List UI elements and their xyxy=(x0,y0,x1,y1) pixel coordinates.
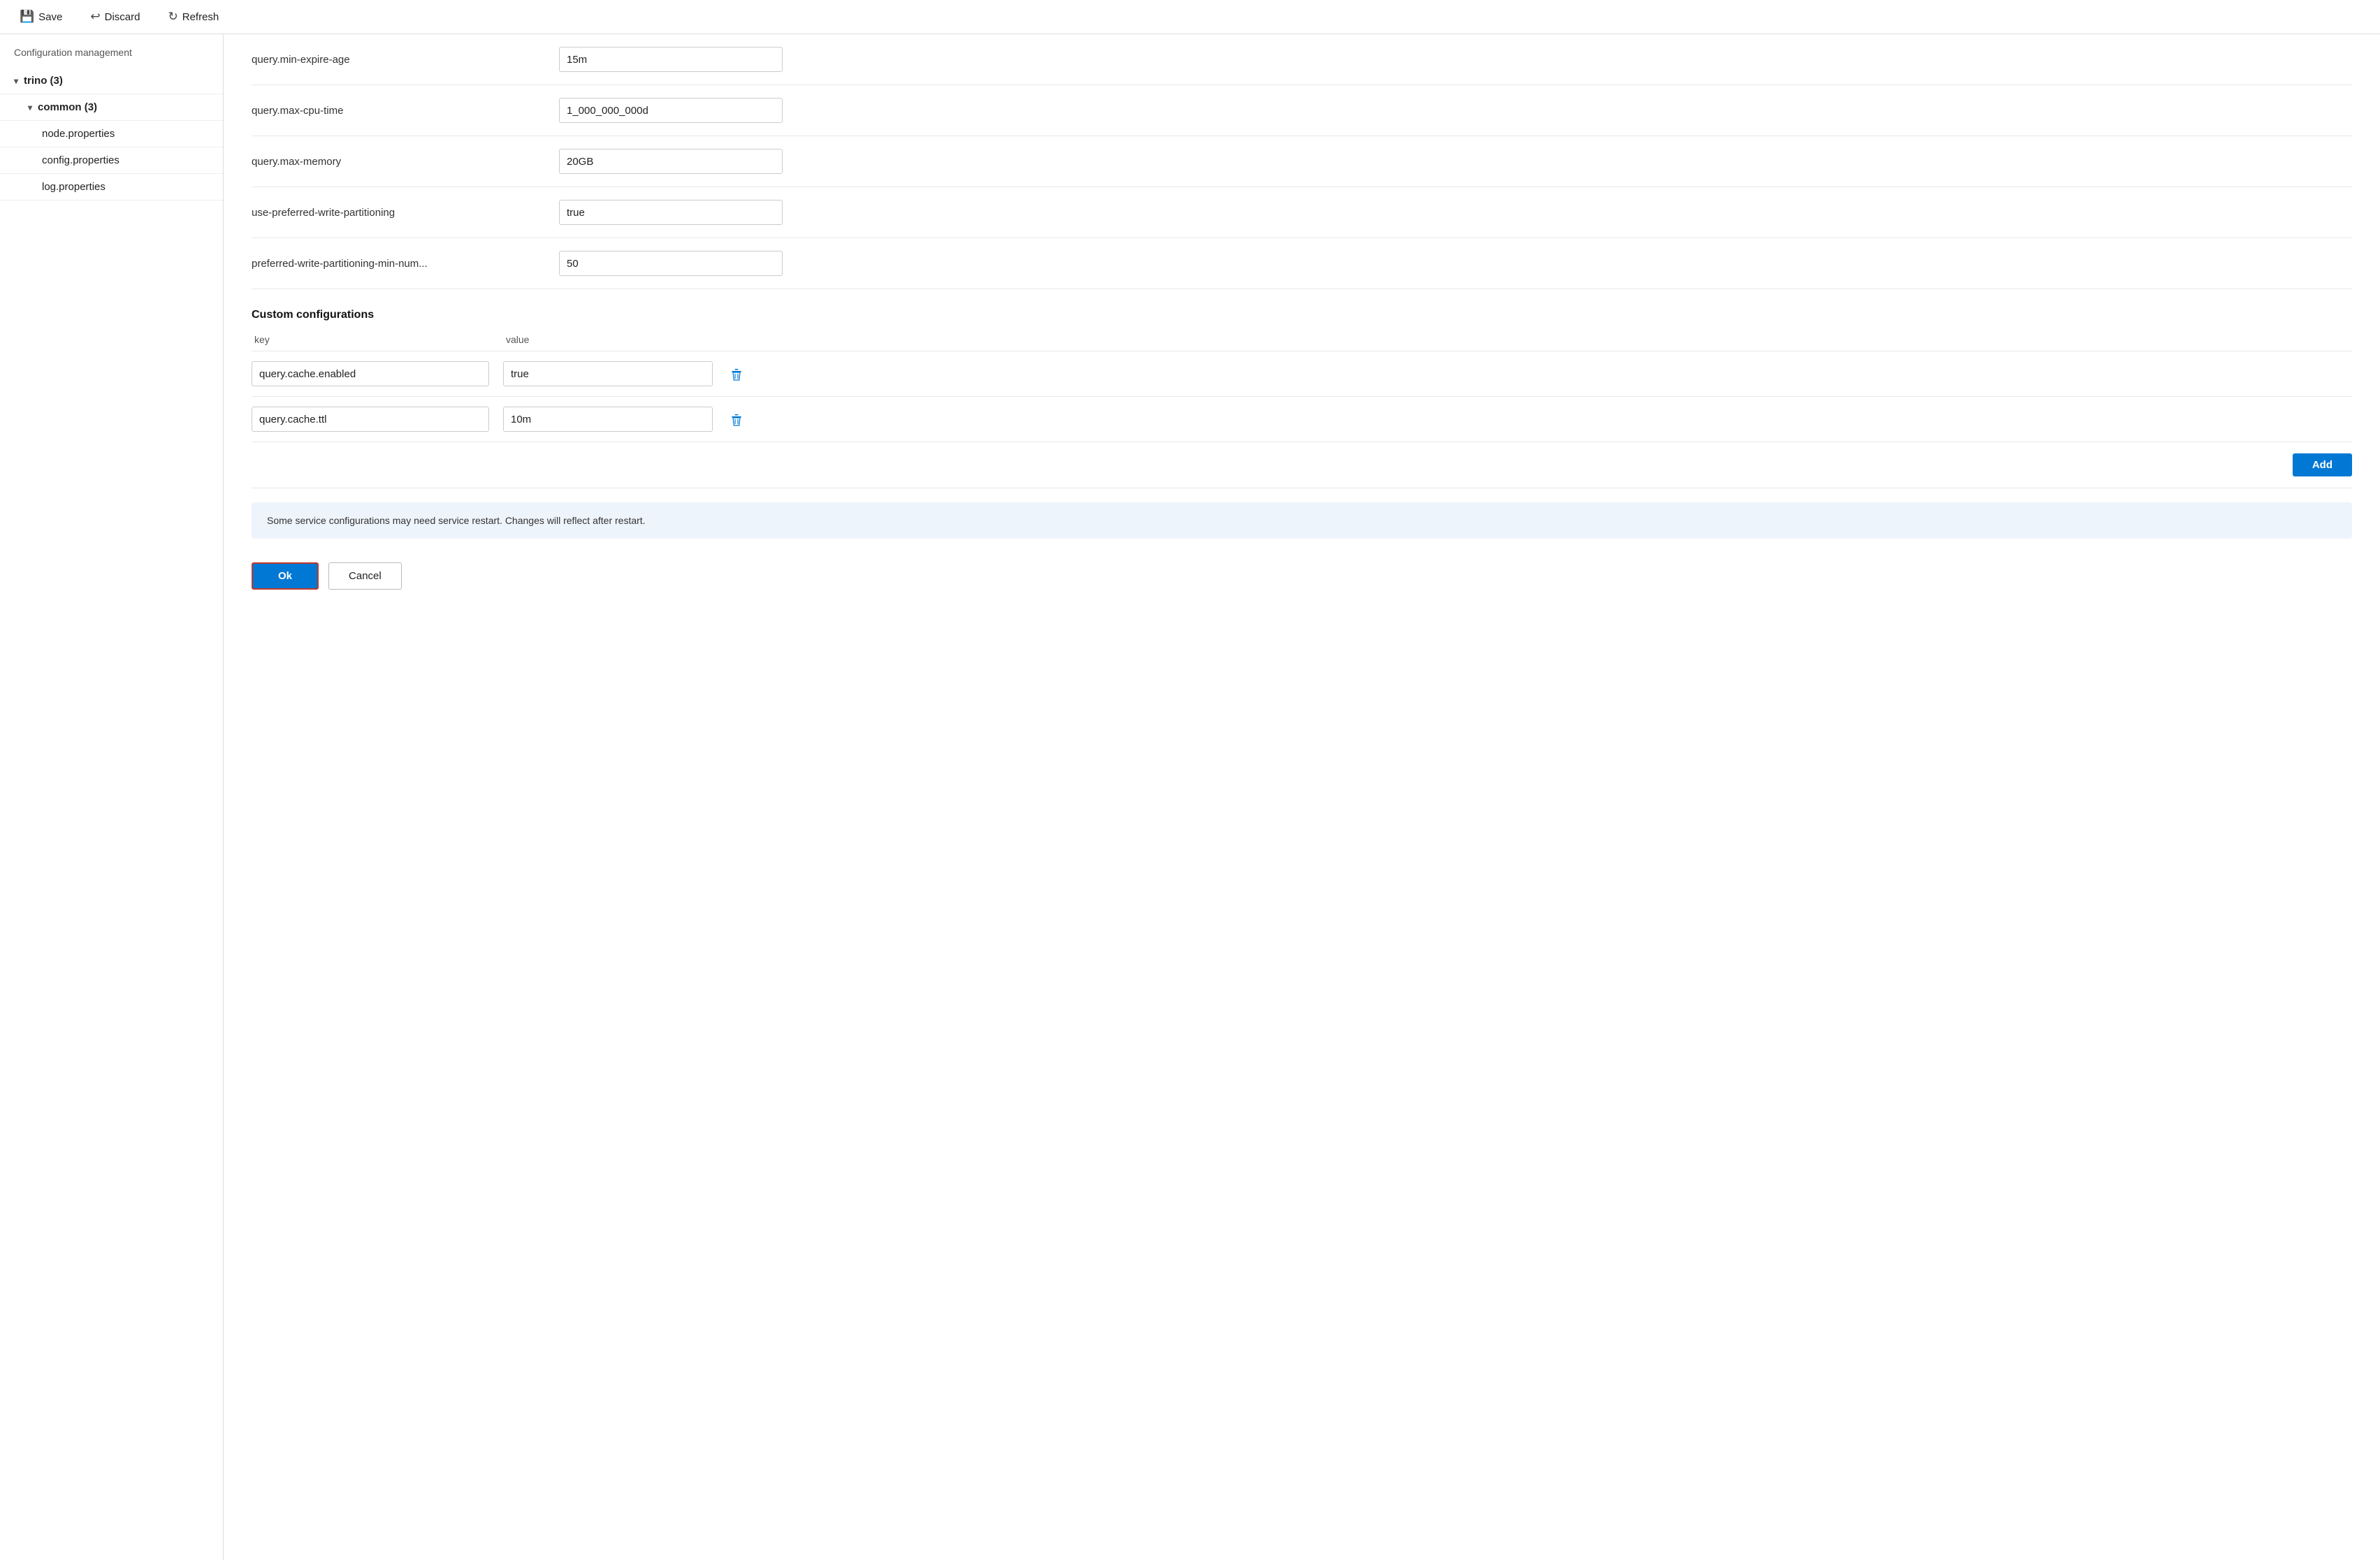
custom-key-input-1[interactable] xyxy=(252,407,489,432)
cancel-button[interactable]: Cancel xyxy=(328,562,402,590)
sidebar-item-log-properties-label: log.properties xyxy=(42,181,106,193)
config-label-3: use-preferred-write-partitioning xyxy=(252,207,545,219)
config-row-2: query.max-memory xyxy=(252,136,2352,187)
ok-button[interactable]: Ok xyxy=(252,562,319,590)
custom-value-input-0[interactable] xyxy=(503,361,713,386)
trash-icon-0 xyxy=(730,367,743,381)
sidebar-item-common-label: common (3) xyxy=(38,101,97,113)
save-icon: 💾 xyxy=(20,10,34,24)
delete-row-0-button[interactable] xyxy=(727,363,746,384)
toolbar: 💾 Save ↩ Discard ↻ Refresh xyxy=(0,0,2380,34)
chevron-trino-icon: ▾ xyxy=(14,76,18,86)
custom-value-input-1[interactable] xyxy=(503,407,713,432)
sidebar-item-config-properties[interactable]: config.properties xyxy=(0,147,223,174)
chevron-common-icon: ▾ xyxy=(28,103,32,112)
sidebar-item-node-properties[interactable]: node.properties xyxy=(0,121,223,147)
info-notice: Some service configurations may need ser… xyxy=(252,502,2352,539)
sidebar-item-log-properties[interactable]: log.properties xyxy=(0,174,223,201)
custom-header: key value xyxy=(252,334,2352,351)
refresh-icon: ↻ xyxy=(168,10,177,24)
sidebar: Configuration management ▾ trino (3) ▾ c… xyxy=(0,34,224,1560)
custom-row-0 xyxy=(252,351,2352,397)
config-row-4: preferred-write-partitioning-min-num... xyxy=(252,238,2352,289)
custom-section-title: Custom configurations xyxy=(252,309,2352,321)
sidebar-title: Configuration management xyxy=(0,34,223,68)
config-label-1: query.max-cpu-time xyxy=(252,105,545,117)
add-button[interactable]: Add xyxy=(2293,453,2352,476)
save-button[interactable]: 💾 Save xyxy=(14,7,68,27)
delete-row-1-button[interactable] xyxy=(727,409,746,429)
config-input-0[interactable] xyxy=(559,47,783,72)
main-layout: Configuration management ▾ trino (3) ▾ c… xyxy=(0,34,2380,1560)
dialog-footer: Ok Cancel xyxy=(252,553,2352,590)
sidebar-item-node-properties-label: node.properties xyxy=(42,128,115,140)
config-row-1: query.max-cpu-time xyxy=(252,85,2352,136)
config-label-0: query.min-expire-age xyxy=(252,54,545,66)
custom-header-key: key xyxy=(252,334,489,345)
custom-header-value: value xyxy=(503,334,713,345)
sidebar-item-common[interactable]: ▾ common (3) xyxy=(0,94,223,121)
content-panel: query.min-expire-age query.max-cpu-time … xyxy=(224,34,2380,1560)
custom-row-1 xyxy=(252,397,2352,442)
add-btn-row: Add xyxy=(252,442,2352,488)
config-row-0: query.min-expire-age xyxy=(252,34,2352,85)
config-row-3: use-preferred-write-partitioning xyxy=(252,187,2352,238)
trash-icon-1 xyxy=(730,413,743,427)
config-input-1[interactable] xyxy=(559,98,783,123)
config-input-4[interactable] xyxy=(559,251,783,276)
discard-icon: ↩ xyxy=(90,10,100,24)
refresh-label: Refresh xyxy=(182,11,219,23)
sidebar-item-trino-label: trino (3) xyxy=(24,75,63,87)
sidebar-item-trino[interactable]: ▾ trino (3) xyxy=(0,68,223,94)
config-input-2[interactable] xyxy=(559,149,783,174)
config-label-2: query.max-memory xyxy=(252,156,545,168)
discard-label: Discard xyxy=(105,11,140,23)
config-input-3[interactable] xyxy=(559,200,783,225)
custom-key-input-0[interactable] xyxy=(252,361,489,386)
config-label-4: preferred-write-partitioning-min-num... xyxy=(252,258,545,270)
refresh-button[interactable]: ↻ Refresh xyxy=(162,7,224,27)
discard-button[interactable]: ↩ Discard xyxy=(85,7,145,27)
sidebar-item-config-properties-label: config.properties xyxy=(42,154,119,166)
save-label: Save xyxy=(38,11,62,23)
